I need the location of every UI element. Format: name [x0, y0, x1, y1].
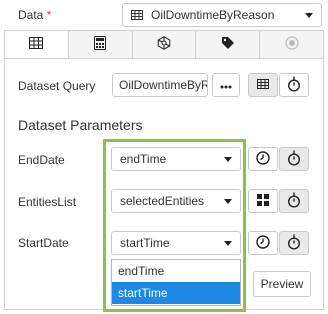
dataset-query-label: Dataset Query: [18, 79, 96, 93]
data-label: Data *: [18, 8, 51, 22]
tab-network[interactable]: [132, 31, 197, 58]
more-button[interactable]: [212, 73, 240, 97]
chevron-down-icon: [305, 12, 313, 18]
dial-icon: [287, 150, 301, 169]
param-select-entitieslist[interactable]: selectedEntities: [111, 189, 241, 213]
dial-icon: [287, 234, 301, 253]
param-label-enddate: EndDate: [18, 153, 65, 167]
tag-icon: [221, 36, 235, 53]
preview-button[interactable]: Preview: [253, 271, 311, 297]
ellipsis-icon: [220, 78, 232, 92]
param-label-entitieslist: EntitiesList: [18, 195, 77, 209]
tab-calculator[interactable]: [68, 31, 133, 58]
param-value-startdate: startTime: [120, 236, 170, 250]
param-label-startdate: StartDate: [18, 236, 69, 250]
chevron-down-icon: [224, 198, 232, 204]
table-icon: [131, 10, 143, 20]
data-label-text: Data: [18, 8, 44, 22]
param-select-enddate[interactable]: endTime: [111, 147, 241, 171]
tab-bar: [5, 31, 323, 59]
network-icon: [157, 36, 171, 53]
bind-mode-button[interactable]: [279, 73, 309, 97]
param-startdate-bind-button[interactable]: [279, 231, 309, 255]
param-entitieslist-bind-button[interactable]: [279, 189, 309, 213]
tab-radio[interactable]: [260, 31, 323, 58]
tab-tag[interactable]: [196, 31, 261, 58]
param-enddate-clock-button[interactable]: [248, 147, 278, 171]
param-enddate-bind-button[interactable]: [279, 147, 309, 171]
table-mode-button[interactable]: [248, 73, 278, 97]
radio-icon: [284, 36, 299, 53]
clock-icon: [256, 234, 270, 252]
calculator-icon: [94, 36, 107, 53]
data-source-value: OilDowntimeByReason: [151, 8, 275, 22]
required-mark: *: [46, 8, 52, 22]
dropdown-option-endtime[interactable]: endTime: [112, 260, 240, 282]
dial-icon: [287, 76, 301, 95]
tab-table[interactable]: [5, 31, 69, 58]
grid-icon: [257, 193, 269, 209]
param-select-startdate[interactable]: startTime: [111, 231, 241, 255]
param-value-entitieslist: selectedEntities: [120, 194, 205, 208]
dial-icon: [287, 192, 301, 211]
clock-icon: [256, 150, 270, 168]
dropdown-option-starttime[interactable]: startTime: [112, 282, 240, 304]
chevron-down-icon: [224, 240, 232, 246]
data-source-select[interactable]: OilDowntimeByReason: [122, 3, 322, 27]
param-value-enddate: endTime: [120, 152, 167, 166]
param-startdate-clock-button[interactable]: [248, 231, 278, 255]
param-entitieslist-grid-button[interactable]: [248, 189, 278, 213]
chevron-down-icon: [224, 156, 232, 162]
startdate-dropdown-list: endTime startTime: [111, 259, 241, 306]
dataset-query-input[interactable]: OilDowntimeByR: [112, 73, 208, 97]
table-icon: [257, 78, 269, 92]
section-title: Dataset Parameters: [18, 117, 143, 133]
table-icon: [29, 37, 44, 52]
